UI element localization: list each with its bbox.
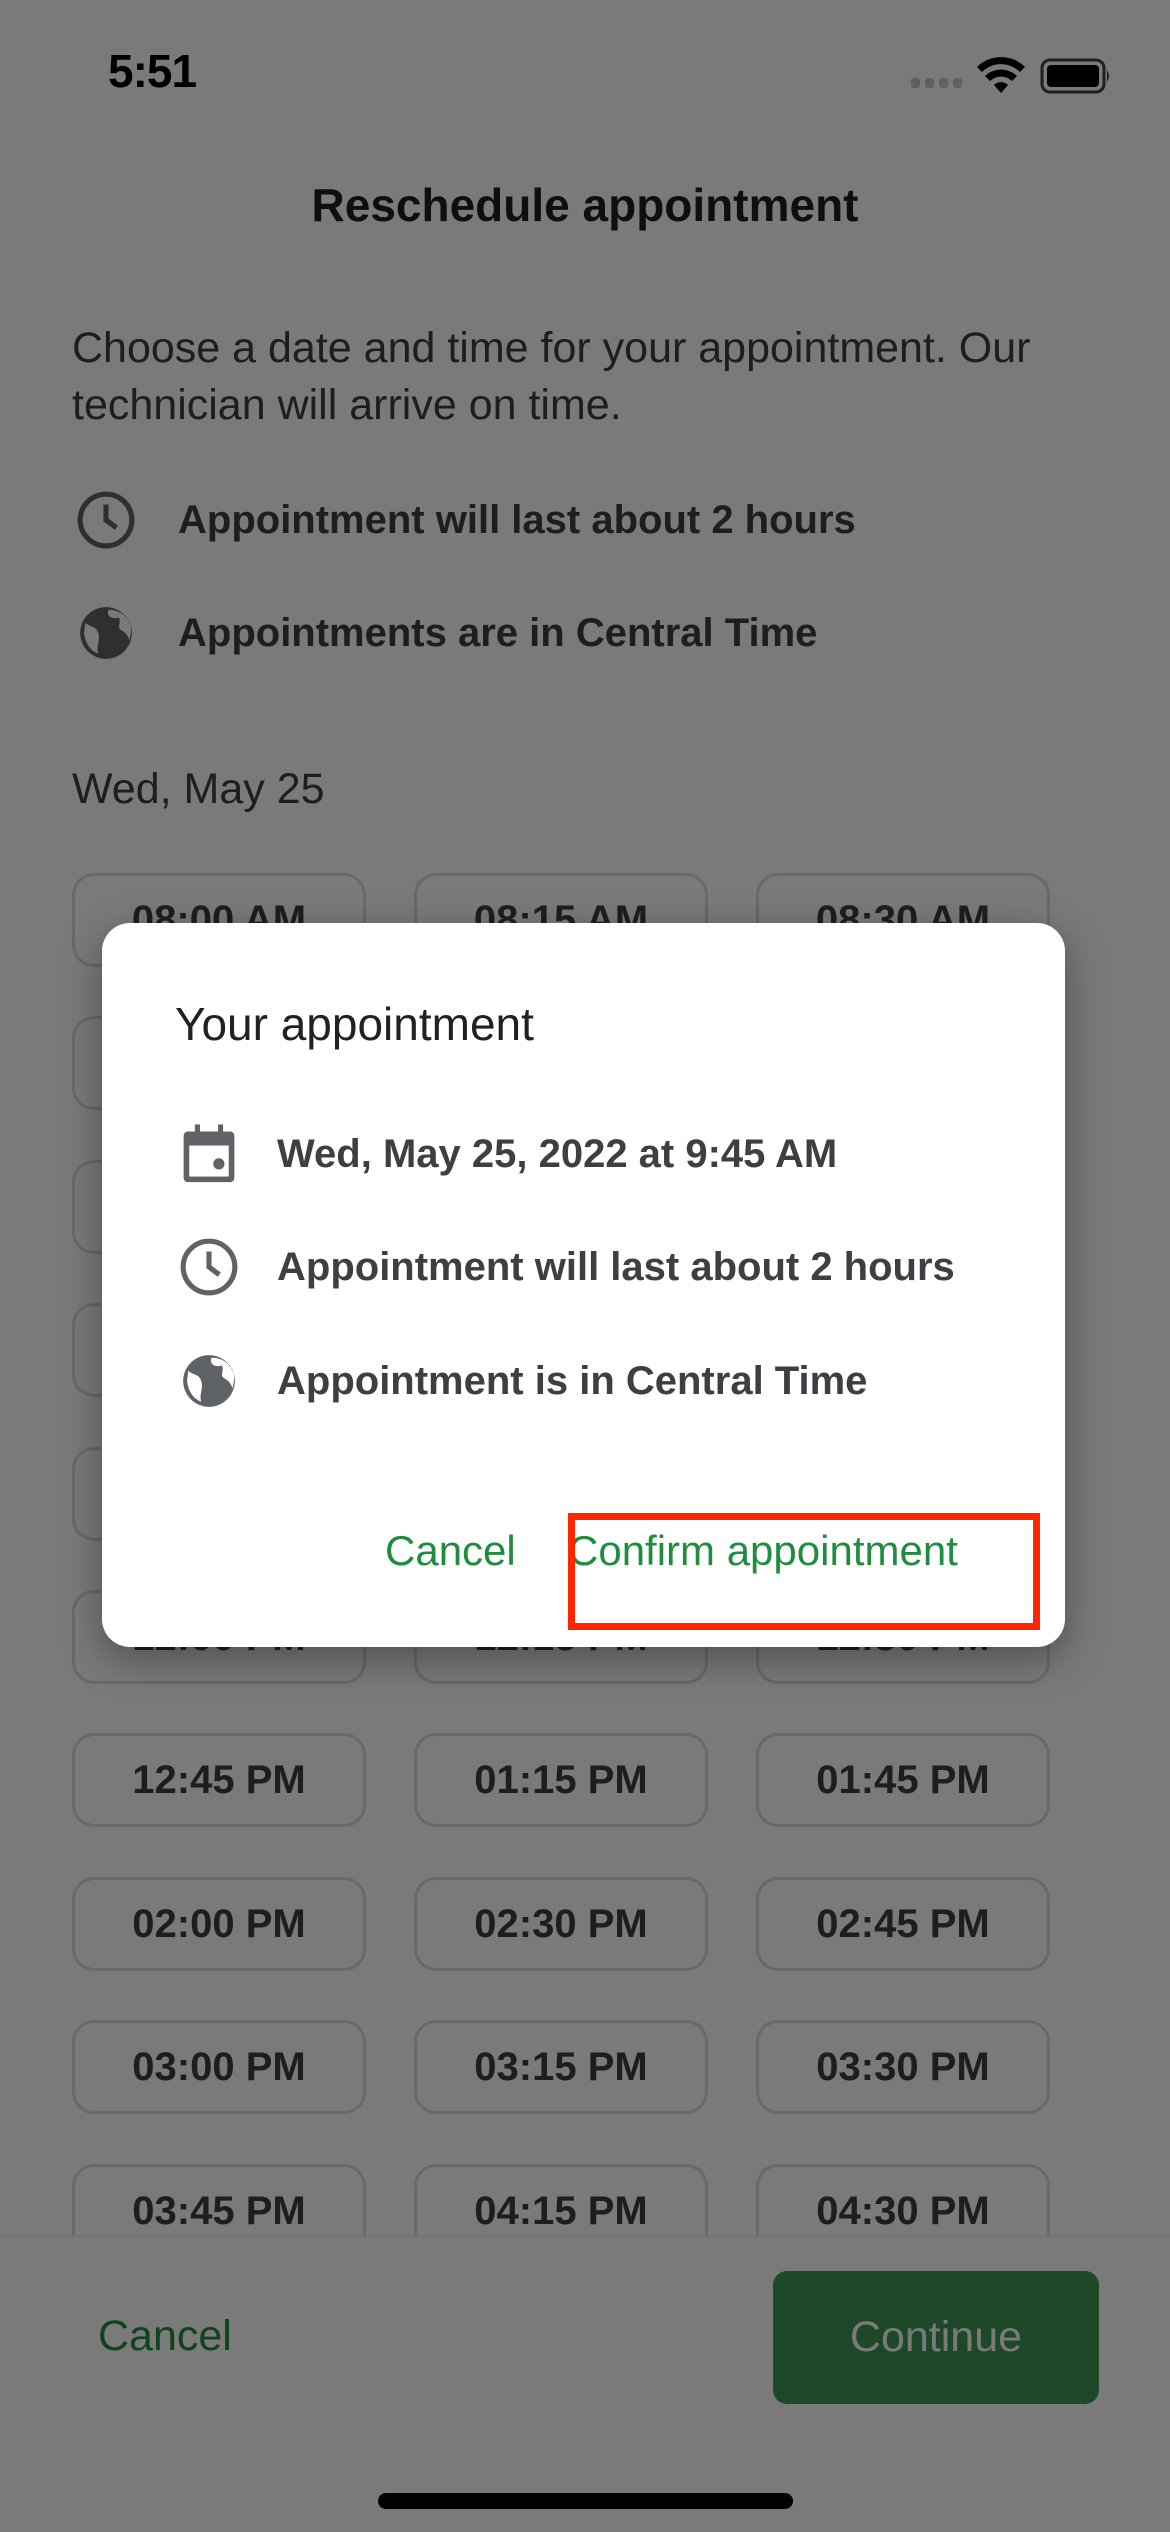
appointment-dialog: Your appointment Wed, May 25, 2022 at 9:… [102, 923, 1065, 1647]
dialog-row-duration: Appointment will last about 2 hours [175, 1233, 955, 1301]
dialog-title: Your appointment [175, 998, 534, 1050]
dialog-timezone-text: Appointment is in Central Time [277, 1358, 868, 1403]
dialog-datetime-text: Wed, May 25, 2022 at 9:45 AM [277, 1131, 838, 1176]
clock-icon [175, 1233, 243, 1301]
highlight-annotation-box [568, 1513, 1040, 1630]
dialog-cancel-button[interactable]: Cancel [385, 1527, 516, 1575]
dialog-duration-text: Appointment will last about 2 hours [277, 1244, 955, 1289]
dialog-row-datetime: Wed, May 25, 2022 at 9:45 AM [175, 1120, 837, 1188]
globe-icon [175, 1347, 243, 1415]
calendar-icon [175, 1120, 243, 1188]
dialog-row-timezone: Appointment is in Central Time [175, 1347, 867, 1415]
home-indicator[interactable] [378, 2493, 793, 2509]
